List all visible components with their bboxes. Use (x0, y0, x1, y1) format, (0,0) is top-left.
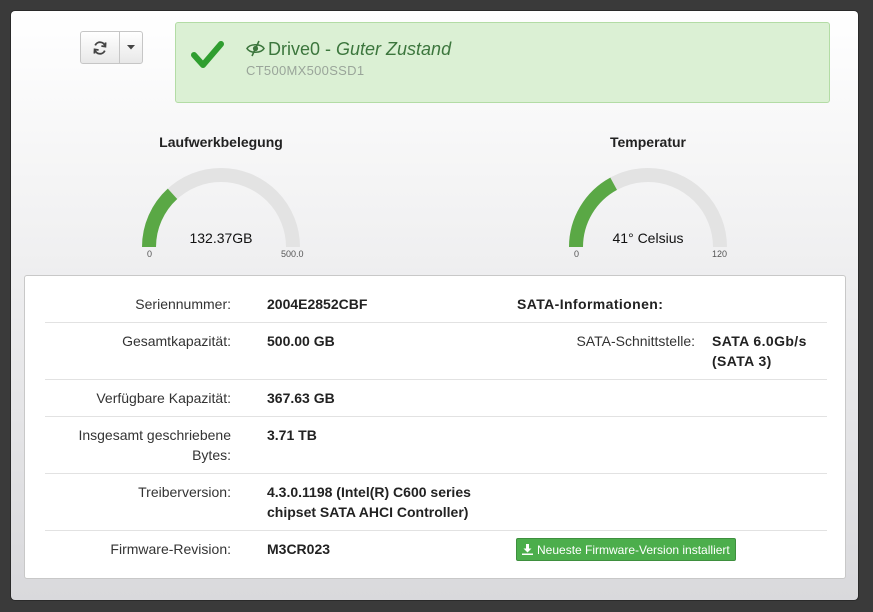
check-icon (191, 41, 224, 68)
temperature-gauge-max: 120 (712, 249, 728, 259)
sata-info-heading: SATA-Informationen: (517, 296, 664, 312)
temperature-gauge-title: Temperatur (610, 134, 686, 150)
refresh-button[interactable] (81, 32, 120, 63)
detail-row-available: Verfügbare Kapazität: 367.63 GB (45, 380, 827, 417)
sata-interface-value-2: (SATA 3) (712, 353, 772, 369)
drive-name: Drive0 (268, 39, 321, 59)
detail-row-driver: Treiberversion: 4.3.0.1198 (Intel(R) C60… (45, 474, 827, 531)
driver-value-2: chipset SATA AHCI Controller) (267, 504, 469, 520)
refresh-split-button (80, 31, 143, 64)
written-value: 3.71 TB (267, 427, 317, 443)
refresh-options-button[interactable] (120, 32, 142, 63)
available-value: 367.63 GB (267, 390, 335, 406)
sata-interface-value: SATA 6.0Gb/s (712, 333, 807, 349)
usage-gauge-title: Laufwerkbelegung (159, 134, 283, 150)
temperature-gauge-value: 41° Celsius (612, 230, 684, 246)
written-label-2: Bytes: (192, 447, 231, 463)
eye-icon (246, 40, 265, 57)
drive-health-state: Guter Zustand (336, 39, 452, 59)
usage-gauge-min: 0 (147, 249, 153, 259)
drive-window: Drive0 - Guter Zustand CT500MX500SSD1 La… (11, 11, 858, 600)
driver-label: Treiberversion: (138, 484, 231, 500)
capacity-value: 500.00 GB (267, 333, 335, 349)
firmware-label: Firmware-Revision: (110, 541, 231, 557)
usage-gauge-max: 500.0 (281, 249, 304, 259)
drive-model: CT500MX500SSD1 (246, 63, 365, 78)
serial-label: Seriennummer: (135, 296, 231, 312)
detail-row-serial: Seriennummer: 2004E2852CBF SATA-Informat… (45, 286, 827, 323)
written-label: Insgesamt geschriebene (78, 427, 231, 443)
serial-value: 2004E2852CBF (267, 296, 368, 312)
detail-row-written: Insgesamt geschriebene Bytes: 3.71 TB (45, 417, 827, 474)
firmware-status-button[interactable]: Neueste Firmware-Version installiert (516, 538, 736, 561)
refresh-icon (93, 40, 107, 55)
driver-value: 4.3.0.1198 (Intel(R) C600 series (267, 484, 471, 500)
drive-details-card: Seriennummer: 2004E2852CBF SATA-Informat… (24, 275, 846, 579)
detail-row-capacity: Gesamtkapazität: 500.00 GB SATA-Schnitts… (45, 323, 827, 380)
chevron-down-icon (127, 45, 135, 50)
drive-title: Drive0 - Guter Zustand (268, 39, 452, 59)
available-label: Verfügbare Kapazität: (96, 390, 231, 406)
firmware-button-label: Neueste Firmware-Version installiert (537, 542, 730, 557)
drive-status-panel: Drive0 - Guter Zustand CT500MX500SSD1 (175, 22, 830, 103)
firmware-value: M3CR023 (267, 541, 331, 557)
sata-interface-label: SATA-Schnittstelle: (576, 333, 695, 349)
capacity-label: Gesamtkapazität: (122, 333, 231, 349)
usage-gauge-value: 132.37GB (189, 230, 253, 246)
temperature-gauge-min: 0 (574, 249, 580, 259)
download-icon (522, 544, 533, 555)
